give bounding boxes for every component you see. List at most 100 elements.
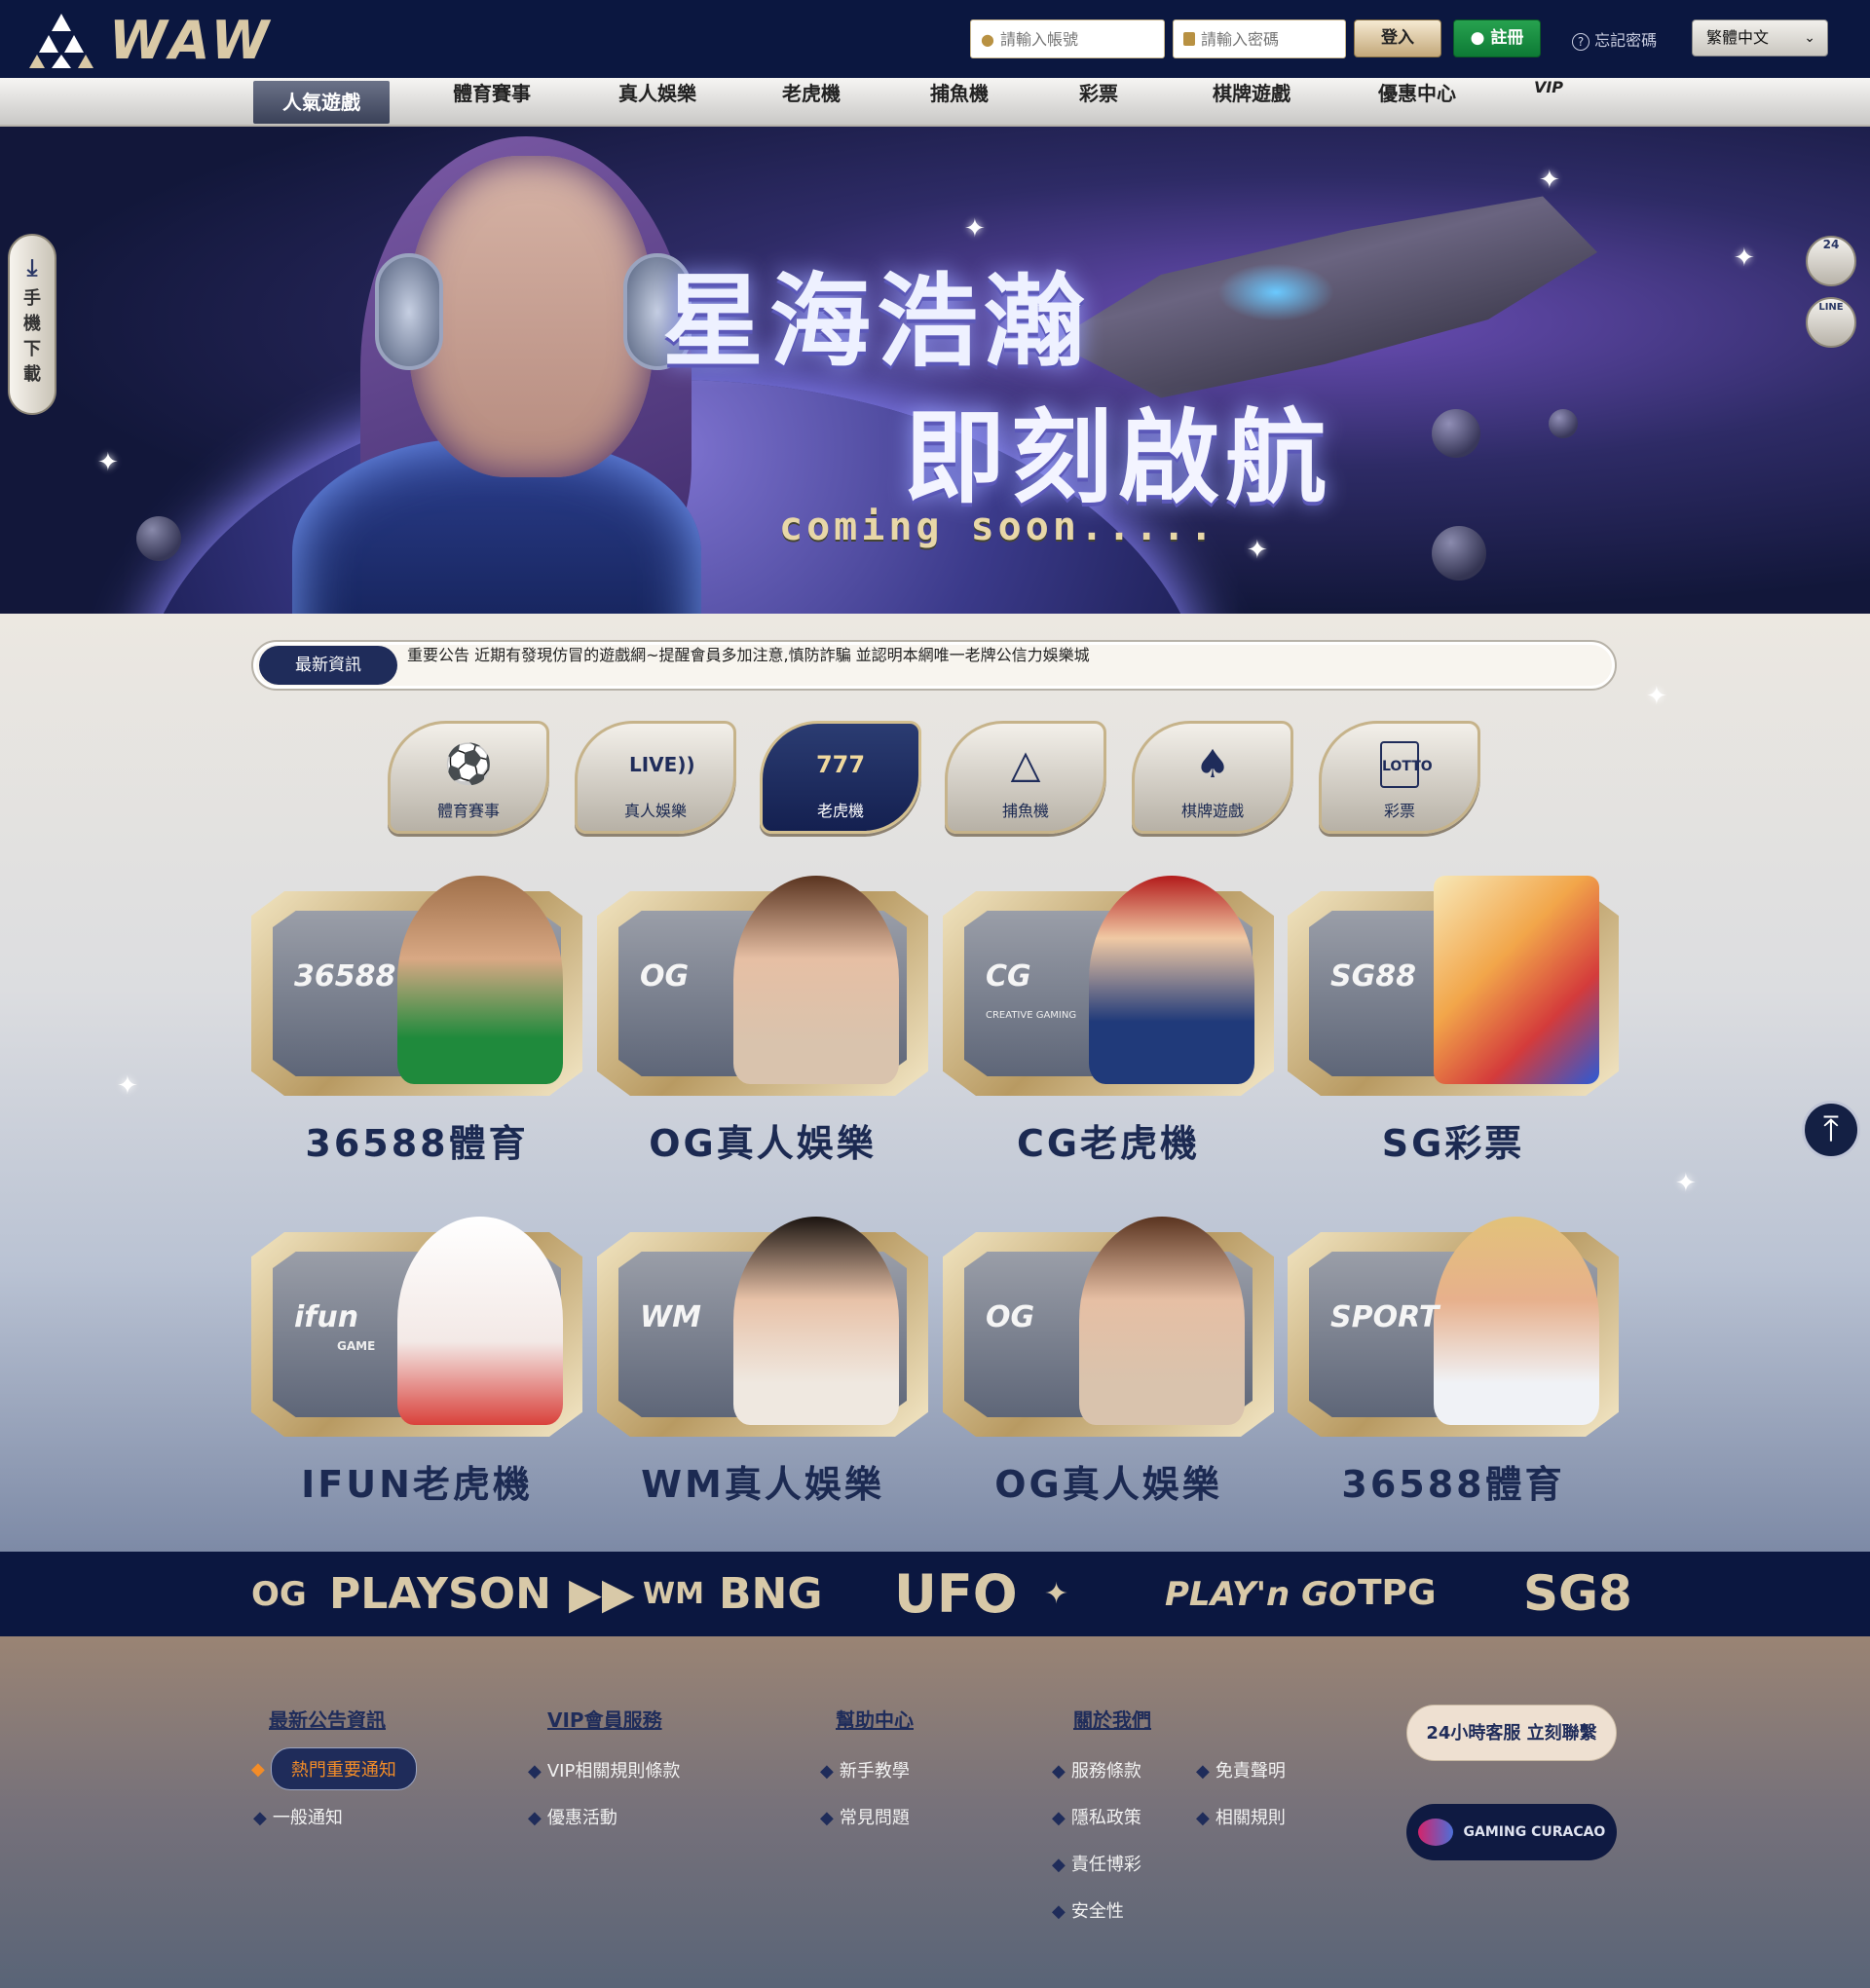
banner-title-line1: 星海浩瀚 bbox=[662, 262, 1092, 381]
fox-mascot bbox=[397, 1217, 563, 1425]
game-card[interactable]: 36588 36588體育 bbox=[251, 876, 582, 1165]
footer-heading-vip[interactable]: VIP會員服務 bbox=[547, 1705, 662, 1733]
playing-card-icon: ♠ bbox=[1195, 742, 1230, 787]
nav-sports[interactable]: 體育賽事 bbox=[429, 78, 555, 125]
hero-banner[interactable]: ✦ ✦ ✦ ✦ ✦ 星海浩瀚 即刻啟航 coming soon..... bbox=[0, 127, 1870, 614]
user-icon: ● bbox=[1470, 28, 1485, 48]
nav-vip[interactable]: VIP bbox=[1519, 78, 1578, 125]
game-card[interactable]: SPORT 36588體育 bbox=[1288, 1217, 1619, 1506]
sparkle-icon: ✦ bbox=[1734, 244, 1755, 273]
password-input[interactable] bbox=[1201, 29, 1328, 49]
diamond-icon: ◆ bbox=[1196, 1808, 1210, 1828]
provider-logo: OG bbox=[640, 959, 690, 994]
hot-notice-label: 熱門重要通知 bbox=[270, 1747, 417, 1790]
nav-fishing[interactable]: 捕魚機 bbox=[896, 78, 1023, 125]
username-input[interactable] bbox=[999, 29, 1146, 49]
category-label: 真人娛樂 bbox=[623, 802, 687, 820]
category-board-games[interactable]: ♠ 棋牌遊戲 bbox=[1132, 721, 1293, 834]
nav-lottery[interactable]: 彩票 bbox=[1052, 78, 1145, 125]
site-logo[interactable]: WAW bbox=[27, 10, 273, 71]
footer-heading-announcements[interactable]: 最新公告資訊 bbox=[269, 1705, 386, 1733]
game-card[interactable]: WM WM真人娛樂 bbox=[597, 1217, 928, 1506]
partner-logo: TPG bbox=[1358, 1573, 1437, 1613]
nav-live-casino[interactable]: 真人娛樂 bbox=[594, 78, 721, 125]
nav-promotions[interactable]: 優惠中心 bbox=[1354, 78, 1480, 125]
orb bbox=[1432, 409, 1480, 458]
nav-slots[interactable]: 老虎機 bbox=[750, 78, 873, 125]
footer-link-tutorial[interactable]: ◆ 新手教學 bbox=[820, 1757, 910, 1782]
news-text[interactable]: 重要公告 近期有發現仿冒的遊戲網~提醒會員多加注意,慎防詐騙 並認明本網唯一老牌… bbox=[407, 642, 1090, 665]
live-icon: LIVE)) bbox=[629, 753, 695, 776]
gaming-curacao-badge[interactable]: GAMING CURACAO bbox=[1406, 1804, 1617, 1860]
diamond-icon: ◆ bbox=[528, 1761, 542, 1782]
game-title: WM真人娛樂 bbox=[641, 1463, 884, 1506]
game-card[interactable]: OG OG真人娛樂 bbox=[597, 876, 928, 1165]
footer-heading-about[interactable]: 關於我們 bbox=[1073, 1705, 1151, 1733]
mobile-download-button[interactable]: ⤓ 手機下載 bbox=[8, 234, 56, 415]
game-title: 36588體育 bbox=[305, 1122, 529, 1165]
game-title: CG老虎機 bbox=[1016, 1122, 1201, 1165]
game-title: 36588體育 bbox=[1341, 1463, 1565, 1506]
news-ticker[interactable]: 最新資訊 重要公告 近期有發現仿冒的遊戲網~提醒會員多加注意,慎防詐騙 並認明本… bbox=[251, 640, 1617, 691]
username-field[interactable]: ● bbox=[970, 19, 1165, 58]
fish-icon: △ bbox=[1010, 742, 1041, 787]
footer-link-security[interactable]: ◆ 安全性 bbox=[1052, 1897, 1124, 1923]
diamond-icon: ◆ bbox=[1052, 1808, 1066, 1828]
footer-link-promotions[interactable]: ◆ 優惠活動 bbox=[528, 1804, 617, 1829]
footer-link-label: VIP相關規則條款 bbox=[546, 1761, 681, 1782]
footer-link-general-notice[interactable]: ◆ 一般通知 bbox=[253, 1804, 343, 1829]
footer-link-label: 一般通知 bbox=[272, 1808, 343, 1828]
password-field[interactable] bbox=[1173, 19, 1346, 58]
provider-logo: OG bbox=[986, 1300, 1035, 1334]
provider-logo: CG bbox=[986, 959, 1031, 994]
game-card[interactable]: ifun GAME IFUN老虎機 bbox=[251, 1217, 582, 1506]
line-contact-button[interactable]: LINE bbox=[1806, 297, 1856, 348]
game-card[interactable]: CG CREATIVE GAMING CG老虎機 bbox=[943, 876, 1274, 1165]
orb bbox=[1549, 409, 1578, 438]
mascot-character bbox=[1089, 876, 1254, 1084]
language-select[interactable]: 繁體中文 ⌄ bbox=[1692, 19, 1828, 56]
footer-link-hot-notice[interactable]: ◆ 熱門重要通知 bbox=[251, 1747, 417, 1790]
category-slots[interactable]: 777 老虎機 bbox=[760, 721, 921, 834]
game-card[interactable]: OG OG真人娛樂 bbox=[943, 1217, 1274, 1506]
category-label: 捕魚機 bbox=[1001, 802, 1049, 820]
logo-text: WAW bbox=[109, 10, 274, 71]
footer-link-related-rules[interactable]: ◆ 相關規則 bbox=[1196, 1804, 1286, 1829]
lock-icon bbox=[1183, 32, 1195, 46]
footer-link-disclaimer[interactable]: ◆ 免責聲明 bbox=[1196, 1757, 1286, 1782]
footer-link-responsible-gaming[interactable]: ◆ 責任博彩 bbox=[1052, 1851, 1141, 1876]
back-to-top-button[interactable]: ⤒ bbox=[1802, 1101, 1860, 1159]
provider-logo: SPORT bbox=[1330, 1300, 1440, 1334]
footer-link-terms[interactable]: ◆ 服務條款 bbox=[1052, 1757, 1141, 1782]
game-card[interactable]: SG88 SG彩票 bbox=[1288, 876, 1619, 1165]
category-lottery[interactable]: LOTTO 彩票 bbox=[1319, 721, 1480, 834]
footer-link-label: 相關規則 bbox=[1215, 1808, 1286, 1828]
footer-link-label: 責任博彩 bbox=[1070, 1855, 1141, 1875]
customer-service-24-button[interactable]: 24 bbox=[1806, 236, 1856, 286]
footer-link-label: 免責聲明 bbox=[1215, 1761, 1286, 1782]
customer-service-button[interactable]: 24小時客服 立刻聯繫 bbox=[1406, 1705, 1617, 1761]
sparkle-icon: ✦ bbox=[97, 448, 119, 477]
forgot-password-link[interactable]: ? 忘記密碼 bbox=[1572, 27, 1657, 51]
eagle-logo-icon: ✦ bbox=[1044, 1577, 1069, 1611]
game-title: OG真人娛樂 bbox=[994, 1463, 1222, 1506]
login-button[interactable]: 登入 bbox=[1354, 19, 1441, 57]
register-button[interactable]: ● 註冊 bbox=[1453, 19, 1541, 57]
partner-logos-bar: OG PLAYSON ▶▶ WM BNG UFO ✦ PLAY'n GO TPG… bbox=[0, 1552, 1870, 1636]
nav-popular-games[interactable]: 人氣遊戲 bbox=[253, 81, 390, 124]
nav-board-games[interactable]: 棋牌遊戲 bbox=[1188, 78, 1315, 125]
partner-logo: PLAYSON bbox=[329, 1569, 551, 1619]
diamond-icon: ◆ bbox=[253, 1808, 267, 1828]
footer-link-privacy[interactable]: ◆ 隱私政策 bbox=[1052, 1804, 1141, 1829]
footer-link-vip-rules[interactable]: ◆ VIP相關規則條款 bbox=[528, 1757, 680, 1782]
sparkle-icon: ✦ bbox=[117, 1071, 138, 1101]
top-bar: WAW ● 登入 ● 註冊 ? 忘記密碼 繁體中文 ⌄ bbox=[0, 0, 1870, 78]
category-fishing[interactable]: △ 捕魚機 bbox=[945, 721, 1106, 834]
category-live[interactable]: LIVE)) 真人娛樂 bbox=[575, 721, 736, 834]
footer-link-faq[interactable]: ◆ 常見問題 bbox=[820, 1804, 910, 1829]
orb bbox=[1432, 526, 1486, 581]
diamond-icon: ◆ bbox=[820, 1808, 834, 1828]
footer-heading-help[interactable]: 幫助中心 bbox=[836, 1705, 914, 1733]
category-sports[interactable]: ⚽ 體育賽事 bbox=[388, 721, 549, 834]
line-icon: LINE bbox=[1818, 302, 1844, 313]
